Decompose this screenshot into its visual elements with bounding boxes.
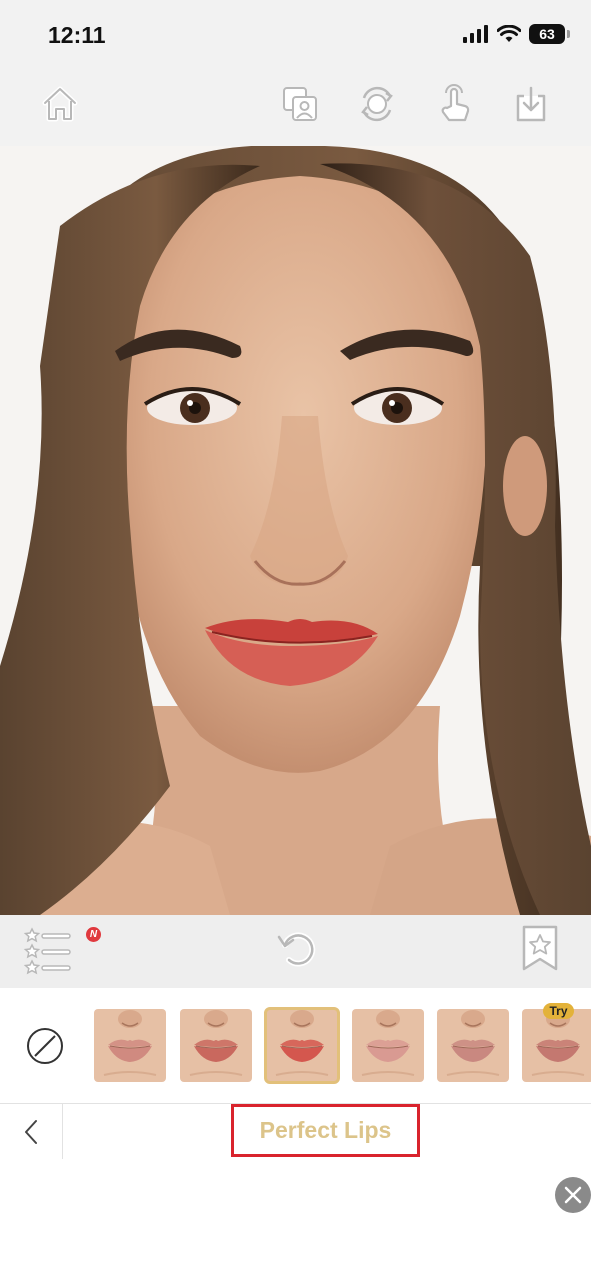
lip-swatch-image — [352, 1009, 424, 1082]
status-icons: 63 — [463, 24, 570, 44]
lip-swatch[interactable] — [352, 1009, 424, 1082]
touch-button[interactable] — [430, 80, 478, 128]
battery-icon: 63 — [529, 24, 570, 44]
lip-swatch[interactable] — [94, 1009, 166, 1082]
touch-icon — [441, 84, 470, 122]
lip-swatch-image — [94, 1009, 166, 1082]
category-title: Perfect Lips — [259, 1117, 392, 1143]
bookmark-star-icon — [522, 925, 558, 971]
lip-swatch-image — [180, 1009, 252, 1082]
lip-swatch[interactable] — [522, 1009, 591, 1082]
chevron-left-icon — [25, 1119, 37, 1144]
photo-compare-icon — [283, 87, 317, 121]
category-bar: Perfect Lips — [0, 1103, 591, 1159]
bookmark-button[interactable] — [520, 923, 560, 975]
status-bar: 12:11 63 — [0, 0, 591, 68]
lip-swatch[interactable] — [180, 1009, 252, 1082]
status-time: 12:11 — [48, 22, 106, 48]
lip-swatch-image — [522, 1009, 591, 1082]
home-button[interactable] — [36, 80, 84, 128]
star-list-icon — [23, 927, 71, 975]
face-switch-icon — [361, 86, 393, 122]
lip-swatch[interactable] — [437, 1009, 509, 1082]
signal-icon — [463, 25, 488, 43]
none-icon — [27, 1028, 63, 1064]
download-icon — [516, 86, 546, 122]
wifi-icon — [497, 25, 521, 42]
face-switch-button[interactable] — [353, 80, 401, 128]
battery-level: 63 — [539, 26, 555, 42]
screen: 12:11 63 N Try Perfect Lips — [0, 0, 591, 1280]
close-button[interactable] — [555, 1177, 591, 1213]
favorites-list-button[interactable]: N — [22, 923, 101, 975]
top-toolbar — [0, 68, 591, 146]
tools-row: N — [0, 915, 591, 988]
lip-swatch-image — [437, 1009, 509, 1082]
no-makeup-button[interactable] — [26, 1027, 64, 1065]
download-button[interactable] — [507, 80, 555, 128]
face-photo-image — [0, 146, 591, 915]
close-icon — [564, 1186, 582, 1204]
face-photo[interactable] — [0, 146, 591, 915]
lip-swatch[interactable] — [264, 1007, 340, 1084]
undo-button[interactable] — [275, 927, 319, 971]
category-title-tab[interactable]: Perfect Lips — [231, 1104, 420, 1157]
undo-icon — [277, 932, 316, 967]
lip-swatch-image — [266, 1009, 338, 1082]
back-button[interactable] — [0, 1104, 63, 1159]
new-badge: N — [86, 927, 101, 942]
home-icon — [42, 86, 78, 122]
compare-button[interactable] — [276, 80, 324, 128]
lip-swatch-row — [0, 988, 591, 1103]
try-badge: Try — [543, 1003, 574, 1019]
